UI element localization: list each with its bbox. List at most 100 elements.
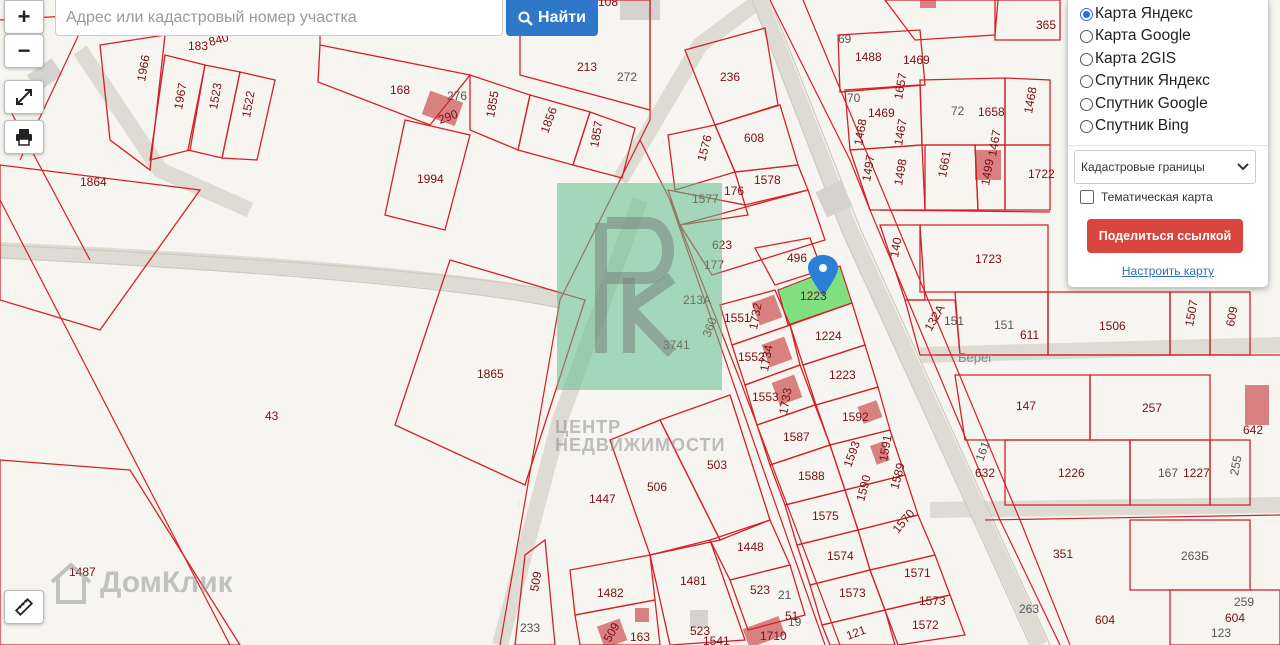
boundary-layer-select[interactable]: Кадастровые границы bbox=[1074, 150, 1256, 184]
parcel-label: 1571 bbox=[904, 566, 931, 580]
parcel-label: 1722 bbox=[1028, 167, 1055, 181]
print-button[interactable] bbox=[4, 120, 44, 154]
parcel-label: 276 bbox=[447, 89, 467, 103]
parcel-label: 1227 bbox=[1183, 466, 1210, 480]
domclick-watermark-text: ДомКлик bbox=[100, 566, 233, 599]
radio-icon[interactable] bbox=[1080, 52, 1093, 66]
parcel-label: 69 bbox=[838, 32, 852, 46]
rk-watermark-logo bbox=[557, 183, 722, 390]
parcel-label: 1575 bbox=[812, 509, 839, 523]
parcel-label: 1469 bbox=[903, 53, 930, 67]
parcel-label: 1592 bbox=[842, 410, 869, 424]
layer-option-label: Карта Google bbox=[1095, 27, 1191, 44]
parcel-label: 151 bbox=[994, 318, 1014, 332]
parcel-label: 496 bbox=[787, 251, 807, 265]
layer-option-google-satellite[interactable]: Спутник Google bbox=[1080, 95, 1208, 113]
printer-icon bbox=[16, 129, 32, 146]
parcel-label: 1469 bbox=[868, 106, 895, 120]
share-button-label: Поделиться ссылкой bbox=[1098, 229, 1232, 243]
layer-option-yandex-map[interactable]: Карта Яндекс bbox=[1080, 5, 1193, 23]
zoom-in-label: + bbox=[17, 4, 31, 29]
parcel-label: 43 bbox=[265, 409, 279, 423]
thematic-checkbox[interactable] bbox=[1080, 190, 1094, 204]
parcel-label: 1448 bbox=[737, 540, 764, 554]
parcel-label: 1573 bbox=[919, 594, 946, 608]
layer-option-label: Спутник Яндекс bbox=[1095, 72, 1210, 89]
parcel-label: 1553 bbox=[752, 390, 779, 404]
radio-icon[interactable] bbox=[1080, 29, 1093, 43]
zoom-in-button[interactable]: + bbox=[4, 0, 44, 34]
configure-map-link[interactable]: Настроить карту bbox=[1068, 264, 1268, 278]
parcel-label: 1994 bbox=[417, 172, 444, 186]
parcel-label: 1578 bbox=[754, 173, 781, 187]
search-button-label: Найти bbox=[538, 9, 586, 26]
parcel-label: 163 bbox=[630, 630, 650, 644]
parcel-label: 632 bbox=[975, 466, 995, 480]
zoom-out-label: − bbox=[17, 38, 31, 63]
thematic-map-toggle[interactable]: Тематическая карта bbox=[1080, 190, 1213, 204]
parcel-label: 1506 bbox=[1099, 319, 1126, 333]
layer-option-label: Карта Яндекс bbox=[1095, 5, 1193, 22]
search-button[interactable]: Найти bbox=[506, 0, 598, 36]
domclick-watermark: ДомКлик bbox=[48, 560, 233, 606]
parcel-label: 1447 bbox=[589, 492, 616, 506]
parcel-label: 263 bbox=[1019, 602, 1039, 616]
share-link-button[interactable]: Поделиться ссылкой bbox=[1087, 219, 1243, 253]
radio-selected-icon[interactable] bbox=[1080, 7, 1093, 21]
rk-watermark-line-1: ЦЕНТР bbox=[555, 417, 622, 437]
parcel-label: 506 bbox=[647, 480, 667, 494]
parcel-label: 1865 bbox=[477, 367, 504, 381]
layer-option-bing-satellite[interactable]: Спутник Bing bbox=[1080, 117, 1189, 135]
parcel-label: 70 bbox=[847, 91, 861, 105]
search-input[interactable] bbox=[55, 0, 503, 36]
boundary-select-value: Кадастровые границы bbox=[1081, 160, 1205, 174]
rk-logo-icon bbox=[595, 217, 677, 358]
rk-watermark-line-2: НЕДВИЖИМОСТИ bbox=[555, 435, 726, 455]
parcel-label: 183 bbox=[188, 39, 208, 53]
layer-option-2gis-map[interactable]: Карта 2GIS bbox=[1080, 50, 1176, 68]
parcel-label: 72 bbox=[951, 104, 965, 118]
chevron-down-icon bbox=[1237, 163, 1249, 171]
street-label: Берег bbox=[958, 350, 993, 365]
ruler-icon bbox=[14, 597, 34, 617]
parcel-label: 259 bbox=[1234, 595, 1254, 609]
parcel-label: 1573 bbox=[839, 586, 866, 600]
parcel-label: 1224 bbox=[815, 329, 842, 343]
layer-panel: Карта Яндекс Карта Google Карта 2GIS Спу… bbox=[1067, 0, 1269, 288]
parcel-label: 604 bbox=[1095, 613, 1115, 627]
parcel-label: 1488 bbox=[855, 50, 882, 64]
parcel-label: 523 bbox=[750, 583, 770, 597]
parcel-label: 1481 bbox=[680, 574, 707, 588]
layer-option-google-map[interactable]: Карта Google bbox=[1080, 27, 1191, 45]
zoom-out-button[interactable]: − bbox=[4, 34, 44, 68]
radio-icon[interactable] bbox=[1080, 97, 1093, 111]
parcel-label: 1587 bbox=[783, 430, 810, 444]
layer-option-label: Спутник Bing bbox=[1095, 117, 1189, 134]
parcel-label: 1658 bbox=[978, 105, 1005, 119]
radio-icon[interactable] bbox=[1080, 74, 1093, 88]
parcel-label: 236 bbox=[720, 70, 740, 84]
expand-icon bbox=[16, 89, 32, 105]
parcel-label: 1226 bbox=[1058, 466, 1085, 480]
radio-icon[interactable] bbox=[1080, 119, 1093, 133]
ruler-button[interactable] bbox=[4, 590, 44, 624]
rk-watermark-text: ЦЕНТР НЕДВИЖИМОСТИ bbox=[555, 418, 725, 454]
parcel-label: 168 bbox=[390, 83, 410, 97]
layer-option-yandex-satellite[interactable]: Спутник Яндекс bbox=[1080, 72, 1210, 90]
parcel-label: 365 bbox=[1036, 18, 1056, 32]
parcel-label: 167 bbox=[1158, 466, 1178, 480]
parcel-label: 611 bbox=[1020, 328, 1039, 342]
parcel-label: 1588 bbox=[798, 469, 825, 483]
fullscreen-button[interactable] bbox=[4, 80, 44, 114]
panel-divider bbox=[1068, 145, 1268, 146]
parcel-label: 272 bbox=[617, 70, 637, 84]
parcel-label: 1572 bbox=[912, 618, 939, 632]
parcel-label: 51 bbox=[785, 609, 799, 623]
parcel-label: 1723 bbox=[975, 252, 1002, 266]
parcel-label: 147 bbox=[1016, 399, 1036, 413]
parcel-label: 213 bbox=[577, 60, 597, 74]
parcel-label: 21 bbox=[778, 588, 792, 602]
parcel-label: 1482 bbox=[597, 586, 624, 600]
layer-option-label: Спутник Google bbox=[1095, 95, 1208, 112]
parcel-label: 604 bbox=[1225, 611, 1245, 625]
